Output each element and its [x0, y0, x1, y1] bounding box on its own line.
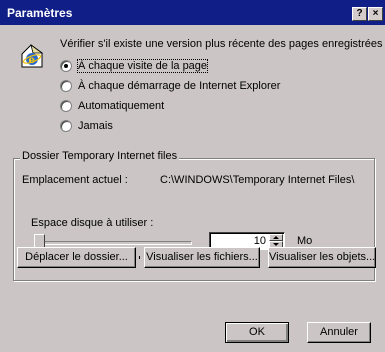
location-label: Emplacement actuel : [22, 174, 128, 186]
disk-space-label: Espace disque à utiliser : [31, 217, 154, 229]
view-files-button[interactable]: Visualiser les fichiers... [144, 247, 260, 268]
spin-up-button[interactable] [269, 234, 283, 241]
move-folder-button[interactable]: Déplacer le dossier... [17, 247, 136, 268]
radio-label: À chaque visite de la page [76, 59, 209, 73]
disk-space-slider-track[interactable] [37, 241, 192, 245]
radio-label: Jamais [78, 120, 113, 132]
location-value: C:\WINDOWS\Temporary Internet Files\ [160, 174, 355, 186]
disk-space-unit: Mo [297, 235, 313, 247]
temp-files-group-title: Dossier Temporary Internet files [20, 150, 180, 162]
radio-button[interactable] [60, 100, 72, 112]
spin-buttons[interactable] [269, 234, 283, 248]
ok-button[interactable]: OK [225, 322, 289, 343]
title-bar: Paramètres ? × [0, 0, 385, 25]
check-prompt: Vérifier s'il existe une version plus ré… [60, 38, 385, 50]
radio-button[interactable] [60, 80, 72, 92]
radio-label: À chaque démarrage de Internet Explorer [78, 80, 281, 92]
arrow-up-icon [273, 236, 279, 239]
disk-space-value: 10 [253, 235, 266, 247]
cancel-button[interactable]: Annuler [307, 322, 371, 343]
radio-button[interactable] [60, 60, 72, 72]
window-title: Paramètres [7, 6, 73, 20]
view-objects-button[interactable]: Visualiser les objets... [268, 247, 376, 268]
internet-explorer-page-icon: e [21, 44, 44, 68]
help-button[interactable]: ? [352, 7, 367, 21]
radio-label: Automatiquement [78, 100, 165, 112]
radio-button[interactable] [60, 120, 72, 132]
close-button[interactable]: × [368, 7, 383, 21]
